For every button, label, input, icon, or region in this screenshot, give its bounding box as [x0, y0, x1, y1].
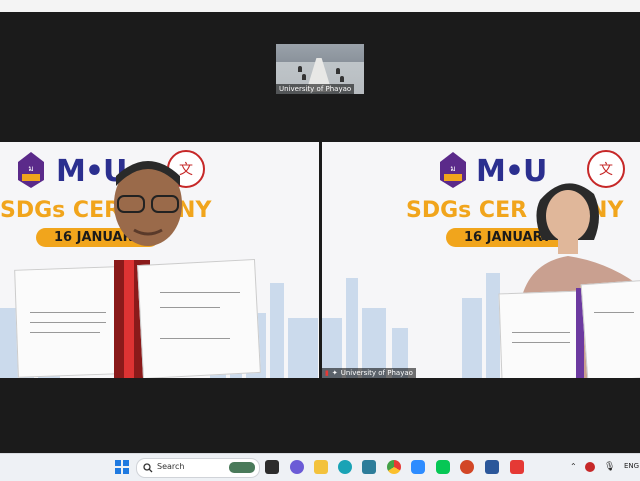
- svg-text:ม: ม: [450, 164, 455, 173]
- store-icon[interactable]: [362, 460, 376, 474]
- text-line: [160, 292, 240, 293]
- window-top-strip: [0, 0, 640, 12]
- participant-name-label: ▮ ✦ University of Phayao: [322, 368, 416, 378]
- ribbon: [124, 260, 134, 378]
- text-line: [160, 307, 220, 308]
- chevron-up-icon[interactable]: ⌃: [570, 462, 577, 471]
- language-indicator[interactable]: ENG: [624, 462, 639, 470]
- thumbnail-name-label: University of Phayao: [276, 84, 355, 94]
- taskbar-search-box[interactable]: Search: [136, 458, 260, 478]
- text-line: [594, 312, 634, 313]
- attendee: [340, 76, 344, 82]
- text-line: [30, 312, 106, 313]
- text-line: [30, 322, 106, 323]
- signed-document-left: [498, 290, 584, 378]
- microphone-icon[interactable]: 🎙: [604, 462, 615, 472]
- university-seal-icon: ม: [440, 152, 466, 188]
- attendee: [302, 74, 306, 80]
- university-seal-icon: ม: [18, 152, 44, 188]
- tray-app-icon[interactable]: [585, 462, 595, 472]
- microphone-muted-icon: ▮: [325, 369, 329, 377]
- chat-icon[interactable]: [290, 460, 304, 474]
- pin-icon: ✦: [331, 369, 338, 377]
- participant-thumbnail[interactable]: University of Phayao: [276, 44, 364, 94]
- signed-document-right: [137, 258, 261, 378]
- search-highlight-image: [229, 462, 255, 473]
- line-app-icon[interactable]: [436, 460, 450, 474]
- search-icon: [143, 463, 153, 473]
- zoom-icon[interactable]: [411, 460, 425, 474]
- file-explorer-icon[interactable]: [314, 460, 328, 474]
- text-line: [512, 342, 570, 343]
- text-line: [160, 338, 230, 339]
- video-tile-left[interactable]: ม M•U 文 SDGs CER NY 16 JANUARY: [0, 142, 319, 378]
- edge-browser-icon[interactable]: [338, 460, 352, 474]
- chrome-browser-icon[interactable]: [387, 460, 401, 474]
- word-icon[interactable]: [485, 460, 499, 474]
- video-tile-right[interactable]: ม M•U 文 SDGs CER NY 16 JANUARY ▮ ✦ Univer…: [322, 142, 640, 378]
- task-view-icon[interactable]: [265, 460, 279, 474]
- participant-name: University of Phayao: [340, 369, 413, 377]
- text-line: [512, 332, 570, 333]
- presenter-left: [114, 161, 182, 246]
- attendee: [336, 68, 340, 74]
- svg-text:ม: ม: [28, 164, 33, 173]
- sdgs-text: SDGs CER: [406, 198, 528, 223]
- powerpoint-icon[interactable]: [460, 460, 474, 474]
- signed-document-right: [580, 279, 640, 378]
- windows-start-icon[interactable]: [115, 460, 129, 474]
- text-line: [30, 332, 100, 333]
- attendee: [298, 66, 302, 72]
- search-label: Search: [157, 462, 185, 471]
- pdf-reader-icon[interactable]: [510, 460, 524, 474]
